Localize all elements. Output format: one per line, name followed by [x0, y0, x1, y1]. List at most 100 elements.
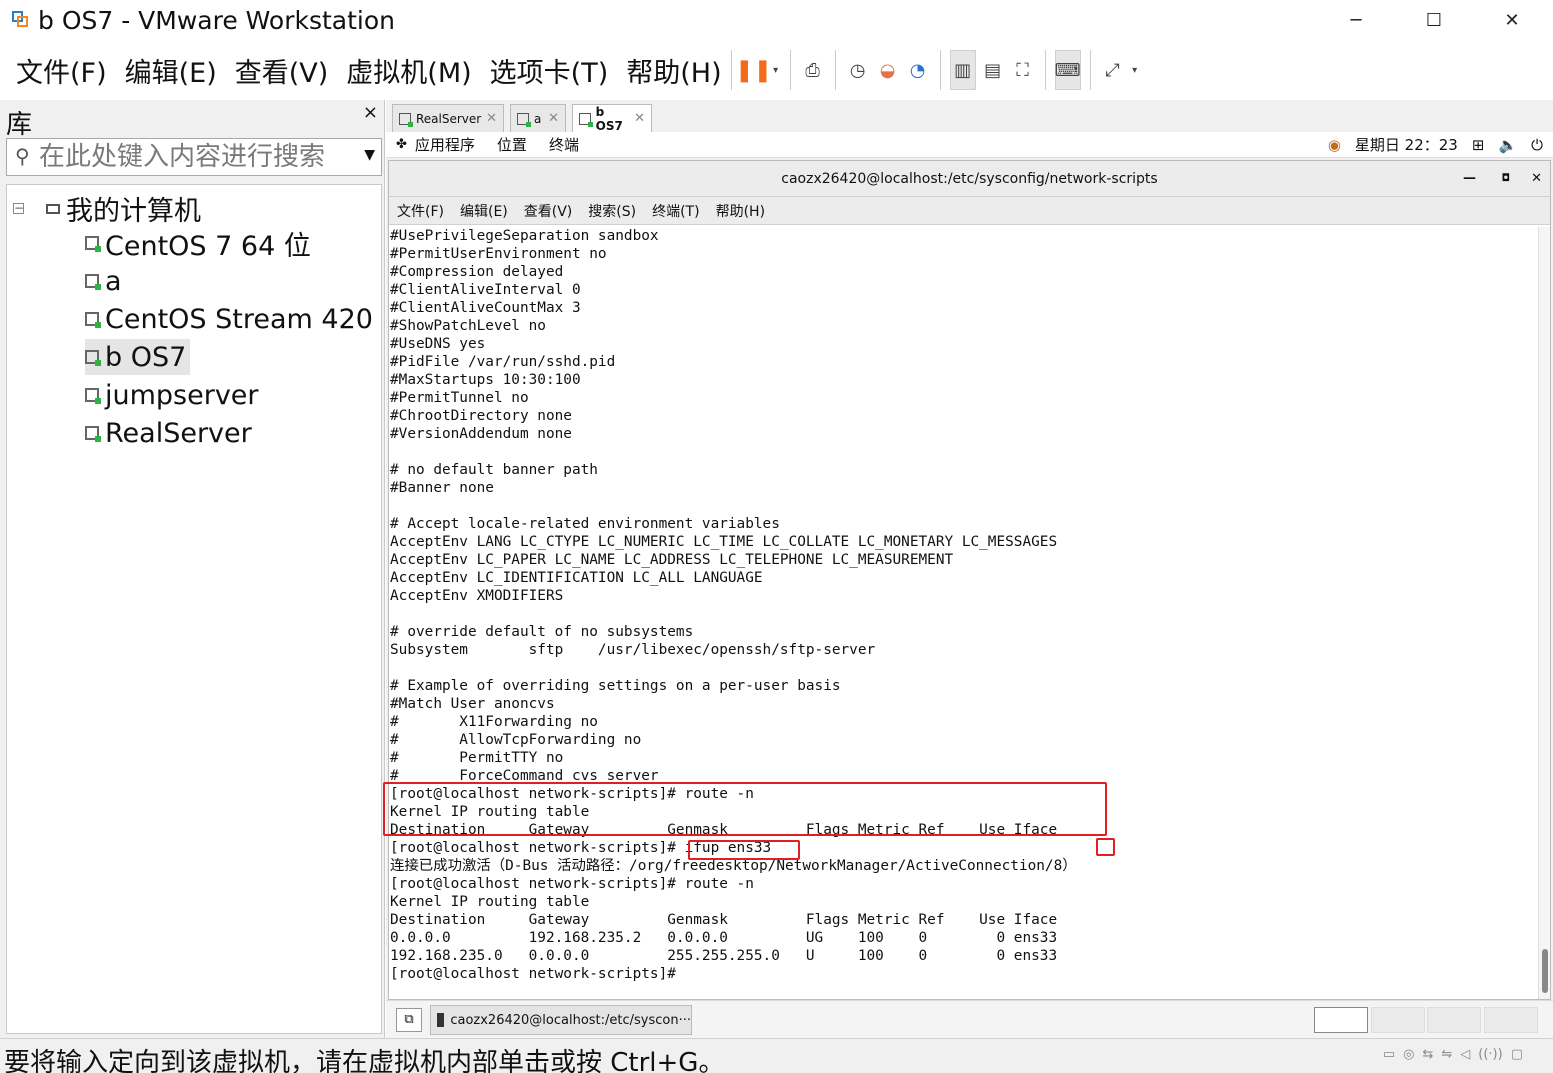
menu-file[interactable]: 文件(F): [16, 51, 107, 90]
tree-vm-b-os7[interactable]: b OS7: [85, 339, 191, 375]
tree-vm-centos-stream[interactable]: CentOS Stream 420: [85, 301, 377, 337]
revert-snapshot-icon[interactable]: ◒: [875, 50, 901, 90]
tab-realserver[interactable]: RealServer ✕: [392, 104, 504, 132]
terminal-line: #MaxStartups 10:30:100: [390, 372, 581, 388]
tab-close-icon[interactable]: ✕: [634, 111, 645, 126]
vm-icon: [85, 388, 101, 404]
fullscreen-icon[interactable]: ⛶: [1010, 50, 1036, 90]
guest-menu-applications[interactable]: 应用程序: [415, 134, 475, 155]
menu-vm[interactable]: 虚拟机(M): [346, 51, 471, 90]
toolbar-separator: [1044, 50, 1046, 90]
tab-b-os7[interactable]: b OS7 ✕: [572, 104, 652, 133]
hard-disk-icon[interactable]: ▭: [1383, 1047, 1395, 1062]
terminal-menu-edit[interactable]: 编辑(E): [460, 201, 508, 221]
toolbar-separator: [1089, 50, 1091, 90]
printer-icon[interactable]: ((·)): [1478, 1047, 1502, 1062]
pause-dropdown-icon[interactable]: ▾: [771, 50, 781, 90]
network-adapter-icon[interactable]: ⇆: [1422, 1047, 1433, 1062]
workspace-1[interactable]: [1314, 1007, 1368, 1033]
terminal-line: [root@localhost network-scripts]#: [390, 966, 685, 982]
menu-view[interactable]: 查看(V): [235, 51, 329, 90]
tree-vm-a[interactable]: a: [85, 263, 126, 299]
show-library-icon[interactable]: ▥: [949, 50, 976, 90]
taskbar-terminal-item[interactable]: caozx26420@localhost:/etc/syscon···: [430, 1005, 692, 1035]
guest-clock[interactable]: 星期日 22：23: [1355, 134, 1458, 155]
tab-a[interactable]: a ✕: [510, 104, 566, 132]
tree-root-label: 我的计算机: [66, 196, 201, 227]
tree-vm-realserver[interactable]: RealServer: [85, 415, 256, 451]
terminal-line: 0.0.0.0 192.168.235.2 0.0.0.0 UG 100 0 0…: [390, 930, 1058, 946]
snapshot-manager-icon[interactable]: ◔: [905, 50, 931, 90]
message-icon[interactable]: ▢: [1511, 1047, 1523, 1062]
terminal-menu-terminal[interactable]: 终端(T): [652, 201, 699, 221]
pause-icon[interactable]: ❚❚: [735, 50, 772, 90]
tree-vm-label: CentOS 7 64 位: [105, 230, 311, 262]
tab-close-icon[interactable]: ✕: [548, 111, 559, 126]
tree-vm-label: RealServer: [105, 417, 252, 449]
power-icon[interactable]: ⏻: [1531, 136, 1543, 154]
terminal-line: [root@localhost network-scripts]# ifup e…: [390, 840, 772, 856]
network-icon[interactable]: ⊞: [1472, 136, 1485, 154]
tab-close-icon[interactable]: ✕: [486, 111, 497, 126]
maximize-button[interactable]: ☐: [1394, 0, 1474, 40]
cd-rom-icon[interactable]: ◎: [1403, 1047, 1414, 1062]
tree-vm-label: jumpserver: [105, 379, 259, 411]
show-desktop-icon[interactable]: ⧉: [396, 1008, 422, 1032]
terminal-menu-view[interactable]: 查看(V): [524, 201, 573, 221]
terminal-line: #PermitTunnel no: [390, 390, 529, 406]
workspace-4[interactable]: [1484, 1007, 1538, 1033]
send-ctrl-alt-del-icon[interactable]: ⎙: [800, 50, 826, 90]
stretch-guest-icon[interactable]: ⤢: [1100, 50, 1126, 90]
scrollbar-thumb[interactable]: [1542, 949, 1548, 993]
window-titlebar: b OS7 - VMware Workstation ─ ☐ ✕: [0, 0, 1553, 40]
menu-edit[interactable]: 编辑(E): [125, 51, 217, 90]
tree-root-my-computer[interactable]: − 我的计算机: [13, 189, 201, 228]
volume-icon[interactable]: 🔈: [1498, 136, 1517, 154]
terminal-menu-help[interactable]: 帮助(H): [716, 201, 765, 221]
stretch-dropdown-icon[interactable]: ▾: [1130, 50, 1140, 90]
library-close-icon[interactable]: ×: [363, 102, 378, 123]
collapse-icon[interactable]: −: [13, 202, 24, 214]
menu-help[interactable]: 帮助(H): [626, 51, 721, 90]
applications-icon: ✤: [396, 137, 407, 152]
guest-menu-places[interactable]: 位置: [497, 134, 527, 155]
terminal-menu-search[interactable]: 搜索(S): [588, 201, 636, 221]
library-search-input[interactable]: [39, 141, 359, 173]
terminal-menu-file[interactable]: 文件(F): [397, 201, 444, 221]
terminal-screen[interactable]: #UsePrivilegeSeparation sandbox #PermitUs…: [389, 227, 1539, 999]
usb-icon[interactable]: ⇋: [1441, 1047, 1452, 1062]
minimize-button[interactable]: ─: [1316, 0, 1396, 40]
computer-icon: [46, 203, 60, 214]
close-button[interactable]: ✕: [1472, 0, 1552, 40]
tree-vm-jumpserver[interactable]: jumpserver: [85, 377, 263, 413]
snapshot-icon[interactable]: ◷: [845, 50, 871, 90]
menu-tabs[interactable]: 选项卡(T): [490, 51, 609, 90]
console-view-icon[interactable]: ⌨: [1054, 50, 1081, 90]
terminal-line: Kernel IP routing table: [390, 894, 590, 910]
sound-icon[interactable]: ◁: [1460, 1047, 1470, 1062]
workspace-3[interactable]: [1427, 1007, 1481, 1033]
toolbar-separator: [730, 50, 732, 90]
search-dropdown-icon[interactable]: ▼: [364, 147, 375, 163]
terminal-scrollbar[interactable]: [1538, 227, 1550, 999]
terminal-minimize-button[interactable]: —: [1463, 161, 1476, 197]
terminal-close-button[interactable]: ✕: [1531, 161, 1542, 197]
workspace-2[interactable]: [1371, 1007, 1425, 1033]
terminal-line: # AllowTcpForwarding no: [390, 732, 642, 748]
terminal-line: #PidFile /var/run/sshd.pid: [390, 354, 616, 370]
terminal-maximize-button[interactable]: ◘: [1502, 161, 1510, 197]
vm-tab-icon: [399, 112, 413, 127]
vm-running-icon: [85, 274, 101, 290]
guest-taskbar: ⧉ caozx26420@localhost:/etc/syscon···: [386, 1000, 1553, 1038]
tab-label: a: [534, 111, 542, 126]
terminal-line: AcceptEnv LANG LC_CTYPE LC_NUMERIC LC_TI…: [390, 534, 1058, 550]
device-tray: ▭ ◎ ⇆ ⇋ ◁ ((·)) ▢: [1383, 1047, 1523, 1062]
vm-icon: [85, 236, 101, 252]
thumbnail-bar-icon[interactable]: ▤: [980, 50, 1006, 90]
window-title: b OS7 - VMware Workstation: [38, 5, 396, 35]
tree-vm-centos7[interactable]: CentOS 7 64 位: [85, 225, 315, 262]
library-tree: − 我的计算机 CentOS 7 64 位 a CentOS Stream 42…: [6, 184, 382, 1034]
terminal-line: # Accept locale-related environment vari…: [390, 516, 780, 532]
guest-menu-terminal[interactable]: 终端: [549, 134, 579, 155]
